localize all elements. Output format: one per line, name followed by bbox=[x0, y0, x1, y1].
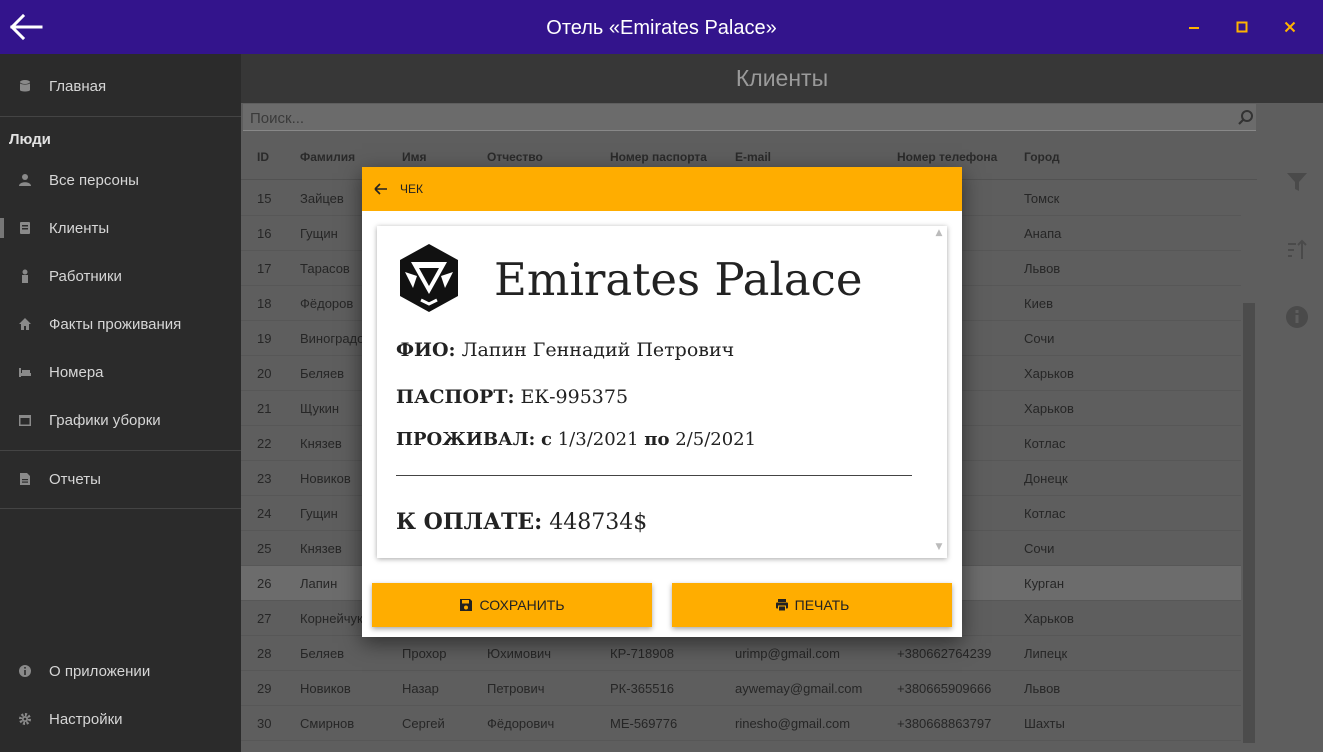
receipt-stay: ПРОЖИВАЛ: с 1/3/2021 по 2/5/2021 bbox=[396, 429, 756, 450]
stay-to-date: 2/5/2021 bbox=[675, 429, 757, 450]
save-icon bbox=[460, 599, 473, 611]
receipt-document: Emirates Palace ФИО: Лапин Геннадий Петр… bbox=[377, 226, 947, 558]
save-button-label: СОХРАНИТЬ bbox=[479, 597, 565, 613]
dialog-title: ЧЕК bbox=[400, 182, 423, 196]
fio-label: ФИО: bbox=[396, 339, 456, 361]
passport-label: ПАСПОРТ: bbox=[396, 386, 515, 408]
receipt-passport: ПАСПОРТ: ЕК-995375 bbox=[396, 386, 628, 408]
pay-label: К ОПЛАТЕ: bbox=[396, 509, 543, 535]
save-button[interactable]: СОХРАНИТЬ bbox=[372, 583, 652, 627]
dialog-header-back[interactable]: ЧЕК bbox=[362, 167, 962, 211]
receipt-dialog: ЧЕК Emirates Palace ФИО: Лапин Геннадий … bbox=[362, 167, 962, 637]
fio-value: Лапин Геннадий Петрович bbox=[461, 339, 735, 361]
print-button-label: ПЕЧАТЬ bbox=[794, 597, 850, 613]
scroll-up-icon[interactable]: ▲ bbox=[933, 228, 945, 240]
receipt-fio: ФИО: Лапин Геннадий Петрович bbox=[396, 339, 734, 361]
stay-from-label: с bbox=[541, 429, 552, 450]
stay-label: ПРОЖИВАЛ: bbox=[396, 429, 536, 450]
modal-overlay: ЧЕК Emirates Palace ФИО: Лапин Геннадий … bbox=[0, 0, 1323, 752]
app-window: Отель «Emirates Palace» Главная Люди Все… bbox=[0, 0, 1323, 752]
logo-icon bbox=[400, 244, 458, 312]
passport-value: ЕК-995375 bbox=[520, 386, 629, 408]
scroll-down-icon[interactable]: ▼ bbox=[933, 542, 945, 554]
stay-from-date: 1/3/2021 bbox=[557, 429, 639, 450]
divider bbox=[396, 475, 912, 476]
print-button[interactable]: ПЕЧАТЬ bbox=[672, 583, 952, 627]
print-icon bbox=[775, 599, 788, 612]
receipt-total: К ОПЛАТЕ: 448734$ bbox=[396, 509, 647, 535]
back-arrow-icon bbox=[374, 183, 387, 195]
pay-value: 448734$ bbox=[549, 510, 648, 535]
hotel-name: Emirates Palace bbox=[494, 253, 863, 306]
stay-to-label: по bbox=[644, 429, 670, 450]
